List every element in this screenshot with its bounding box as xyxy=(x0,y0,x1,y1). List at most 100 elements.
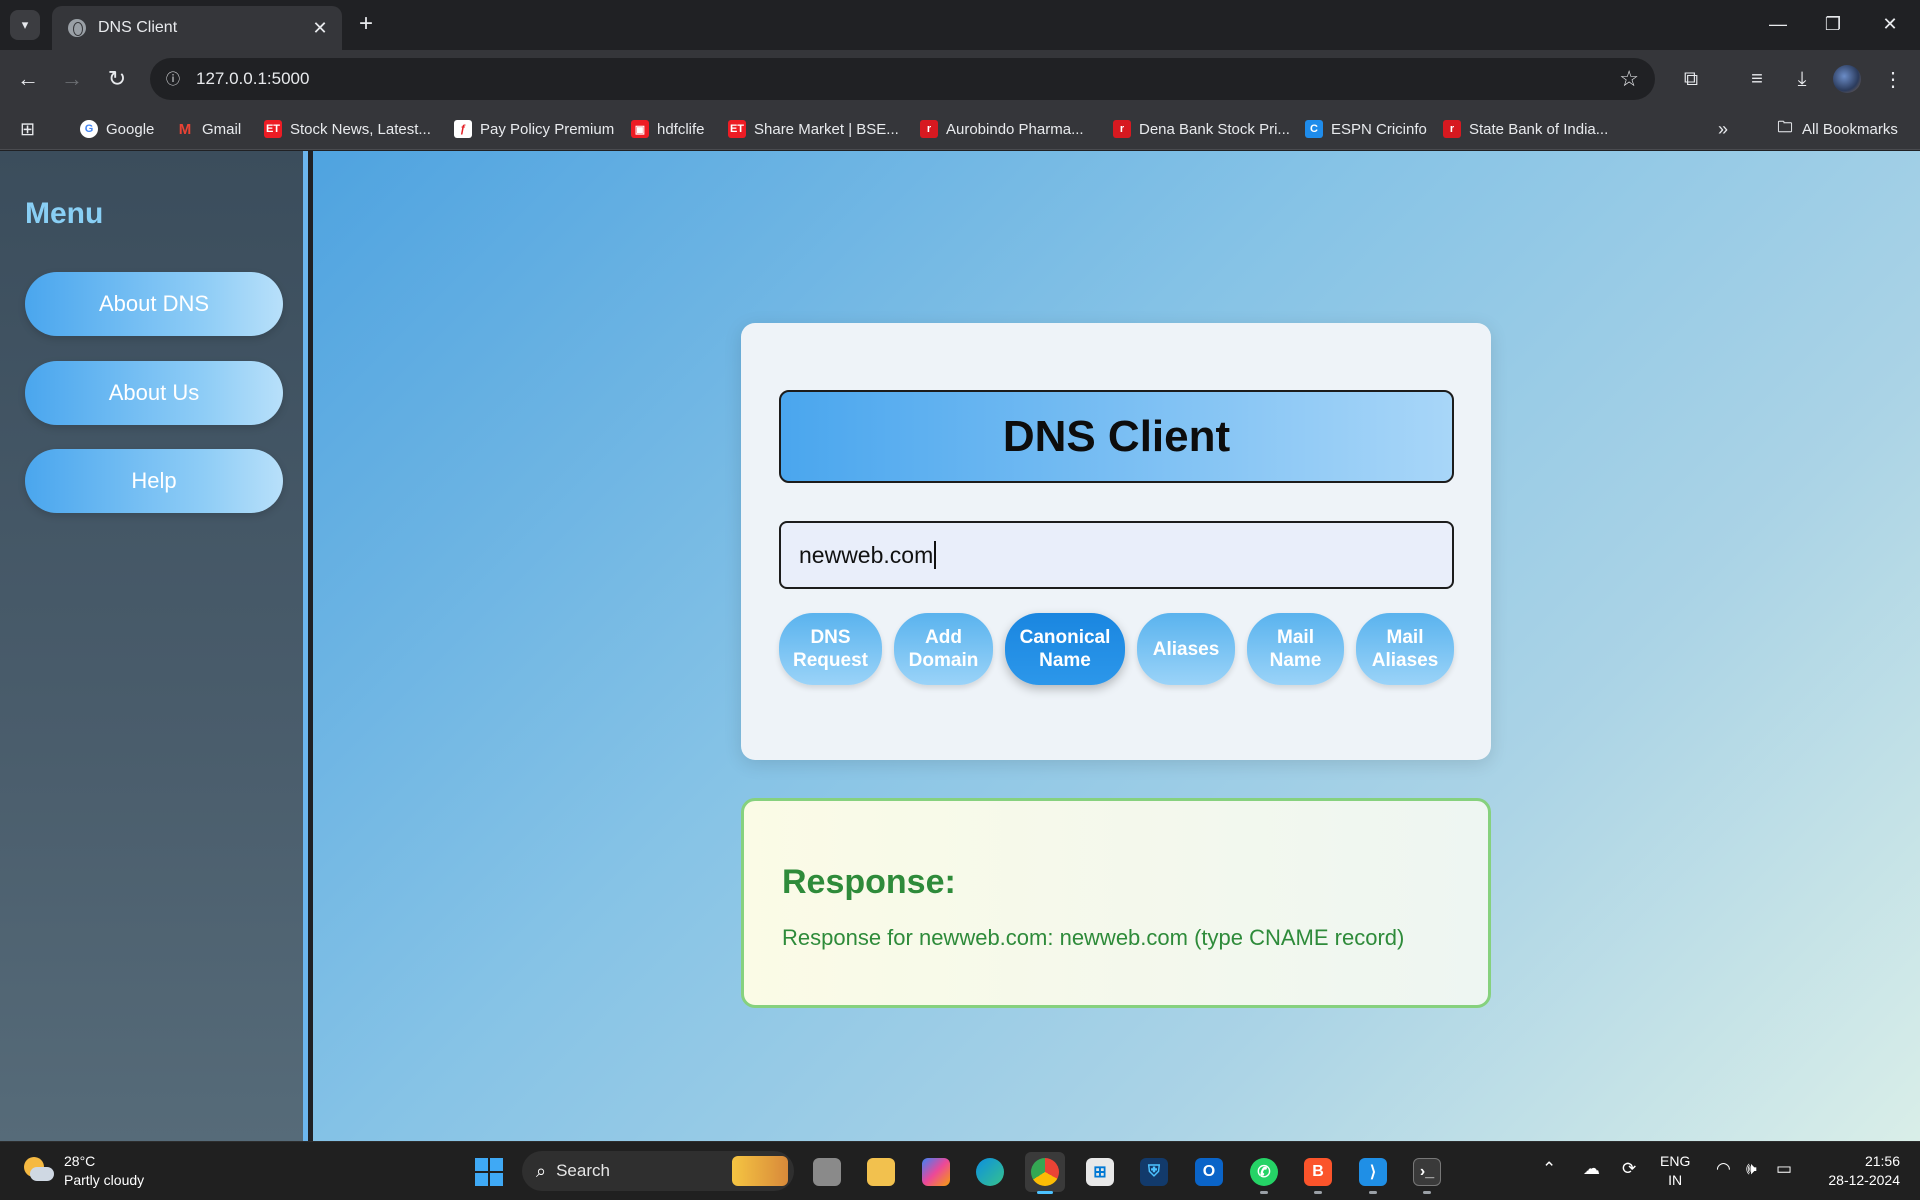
et-icon: ET xyxy=(264,120,282,138)
chevron-up-icon[interactable]: ⌃ xyxy=(1542,1159,1556,1179)
gmail-icon: M xyxy=(178,120,192,138)
store-button[interactable]: ⊞ xyxy=(1080,1152,1120,1192)
brave-button[interactable]: B xyxy=(1298,1152,1338,1194)
et-icon: ET xyxy=(728,120,746,138)
bookmark-hdfclife[interactable]: ▣ hdfclife xyxy=(631,118,705,140)
dns-request-button[interactable]: DNS Request xyxy=(779,613,882,685)
button-label-line2: Name xyxy=(1269,650,1322,671)
button-label-line2: Domain xyxy=(908,650,979,671)
bookmarks-bar: ⊞ G Google M Gmail ET Stock News, Latest… xyxy=(0,108,1920,150)
profile-avatar[interactable] xyxy=(1833,65,1861,93)
bookmark-gmail[interactable]: M Gmail xyxy=(176,118,241,140)
bookmark-google[interactable]: G Google xyxy=(80,118,154,140)
main-content: DNS Client newweb.com DNS Request Add Doma… xyxy=(313,151,1920,1141)
chrome-button[interactable] xyxy=(1025,1152,1065,1194)
whatsapp-icon: ✆ xyxy=(1250,1158,1278,1186)
vscode-icon: ⟩ xyxy=(1359,1158,1387,1186)
copilot-button[interactable] xyxy=(916,1152,956,1192)
canonical-name-button[interactable]: Canonical Name xyxy=(1005,613,1125,685)
bookmark-stock-news[interactable]: ET Stock News, Latest... xyxy=(264,118,431,140)
taskbar-search-placeholder: Search xyxy=(556,1161,610,1180)
about-us-button[interactable]: About Us xyxy=(25,361,283,425)
restore-icon[interactable]: ❐ xyxy=(1813,8,1853,40)
taskbar-search[interactable]: ⌕ Search xyxy=(522,1151,794,1191)
bookmark-sbi[interactable]: r State Bank of India... xyxy=(1443,118,1608,140)
language-line2: IN xyxy=(1668,1172,1683,1188)
onedrive-icon[interactable]: ☁ xyxy=(1583,1159,1600,1179)
new-tab-icon[interactable]: + xyxy=(352,10,380,38)
address-bar[interactable]: ⓘ 127.0.0.1:5000 ☆ xyxy=(150,58,1655,100)
whatsapp-button[interactable]: ✆ xyxy=(1244,1152,1284,1194)
sync-icon[interactable]: ⟳ xyxy=(1622,1159,1636,1179)
bookmark-share-market[interactable]: ET Share Market | BSE... xyxy=(728,118,899,140)
file-explorer-button[interactable] xyxy=(861,1152,901,1192)
button-label-line1: DNS xyxy=(810,627,851,648)
partly-cloudy-icon xyxy=(22,1155,54,1187)
back-arrow-icon[interactable]: ← xyxy=(12,63,44,95)
edge-icon xyxy=(976,1158,1004,1186)
domain-input[interactable]: newweb.com xyxy=(779,521,1454,589)
bookmark-star-icon[interactable]: ☆ xyxy=(1619,66,1639,92)
bookmark-dena-bank[interactable]: r Dena Bank Stock Pri... xyxy=(1113,118,1290,140)
all-bookmarks-button[interactable]: 🗀 All Bookmarks xyxy=(1776,118,1897,140)
outlook-icon: O xyxy=(1195,1158,1223,1186)
close-tab-icon[interactable]: ✕ xyxy=(310,18,330,39)
mail-name-button[interactable]: Mail Name xyxy=(1247,613,1344,685)
language-indicator[interactable]: ENG IN xyxy=(1660,1152,1690,1190)
minimize-icon[interactable]: — xyxy=(1758,8,1798,40)
apps-grid-icon[interactable]: ⊞ xyxy=(20,118,35,140)
bookmark-espn-cricinfo[interactable]: C ESPN Cricinfo xyxy=(1305,118,1427,140)
task-view-button[interactable] xyxy=(807,1152,847,1192)
bookmark-label: Stock News, Latest... xyxy=(290,120,431,138)
close-window-icon[interactable]: ✕ xyxy=(1870,8,1910,40)
forward-arrow-icon[interactable]: → xyxy=(56,63,88,95)
add-domain-button[interactable]: Add Domain xyxy=(894,613,993,685)
tab-search-chevron-icon[interactable]: ▾ xyxy=(10,10,40,40)
bookmark-pay-policy[interactable]: ƒ Pay Policy Premium xyxy=(454,118,614,140)
weather-widget[interactable]: 28°C Partly cloudy xyxy=(22,1152,144,1190)
outlook-button[interactable]: O xyxy=(1189,1152,1229,1192)
reload-icon[interactable]: ↻ xyxy=(101,63,133,95)
button-label-line1: Mail xyxy=(1386,627,1424,648)
task-view-icon xyxy=(813,1158,841,1186)
bookmark-label: Share Market | BSE... xyxy=(754,120,899,138)
browser-tab[interactable]: DNS Client ✕ xyxy=(52,6,342,50)
aliases-button[interactable]: Aliases xyxy=(1137,613,1235,685)
hdfc-life-icon: ƒ xyxy=(454,120,472,138)
battery-icon[interactable]: ▭ xyxy=(1776,1159,1792,1179)
downloads-icon[interactable]: ⤓ xyxy=(1787,64,1817,94)
response-text: Response for newweb.com: newweb.com (typ… xyxy=(782,925,1405,950)
about-dns-button[interactable]: About DNS xyxy=(25,272,283,336)
volume-icon[interactable]: 🕪 xyxy=(1746,1159,1757,1179)
hdfclife-icon: ▣ xyxy=(631,120,649,138)
copilot-icon xyxy=(922,1158,950,1186)
rediff-icon: r xyxy=(920,120,938,138)
search-icon: ⌕ xyxy=(536,1160,547,1181)
bookmark-label: hdfclife xyxy=(657,120,705,138)
dns-client-card: DNS Client newweb.com DNS Request Add Doma… xyxy=(741,323,1491,760)
more-bookmarks-icon[interactable]: » xyxy=(1718,118,1728,140)
bookmark-aurobindo[interactable]: r Aurobindo Pharma... xyxy=(920,118,1084,140)
vpn-button[interactable]: ⛨ xyxy=(1134,1152,1174,1192)
media-control-icon[interactable]: ≡ xyxy=(1742,64,1772,94)
bookmark-label: Gmail xyxy=(202,120,242,138)
bookmark-label: State Bank of India... xyxy=(1469,120,1609,138)
button-label-line1: Aliases xyxy=(1152,638,1220,660)
bookmark-label: Dena Bank Stock Pri... xyxy=(1139,120,1290,138)
button-label-line1: Add xyxy=(925,627,962,648)
kebab-menu-icon[interactable]: ⋮ xyxy=(1878,64,1908,94)
site-info-icon[interactable]: ⓘ xyxy=(160,66,186,92)
google-icon: G xyxy=(80,120,98,138)
edge-button[interactable] xyxy=(970,1152,1010,1192)
button-label-line1: Canonical xyxy=(1019,627,1111,648)
url-text[interactable]: 127.0.0.1:5000 xyxy=(196,69,1619,89)
vscode-button[interactable]: ⟩ xyxy=(1353,1152,1393,1194)
clock[interactable]: 21:56 28-12-2024 xyxy=(1810,1152,1900,1190)
terminal-button[interactable]: ›_ xyxy=(1407,1152,1447,1194)
taskbar: 28°C Partly cloudy ⌕ Search ⊞ ⛨ O ✆ B ⟩ … xyxy=(0,1141,1920,1200)
extensions-icon[interactable]: ⧉ xyxy=(1676,64,1706,94)
mail-aliases-button[interactable]: Mail Aliases xyxy=(1356,613,1454,685)
help-button[interactable]: Help xyxy=(25,449,283,513)
start-button[interactable] xyxy=(469,1152,509,1192)
wifi-icon[interactable]: ◠ xyxy=(1716,1159,1731,1179)
